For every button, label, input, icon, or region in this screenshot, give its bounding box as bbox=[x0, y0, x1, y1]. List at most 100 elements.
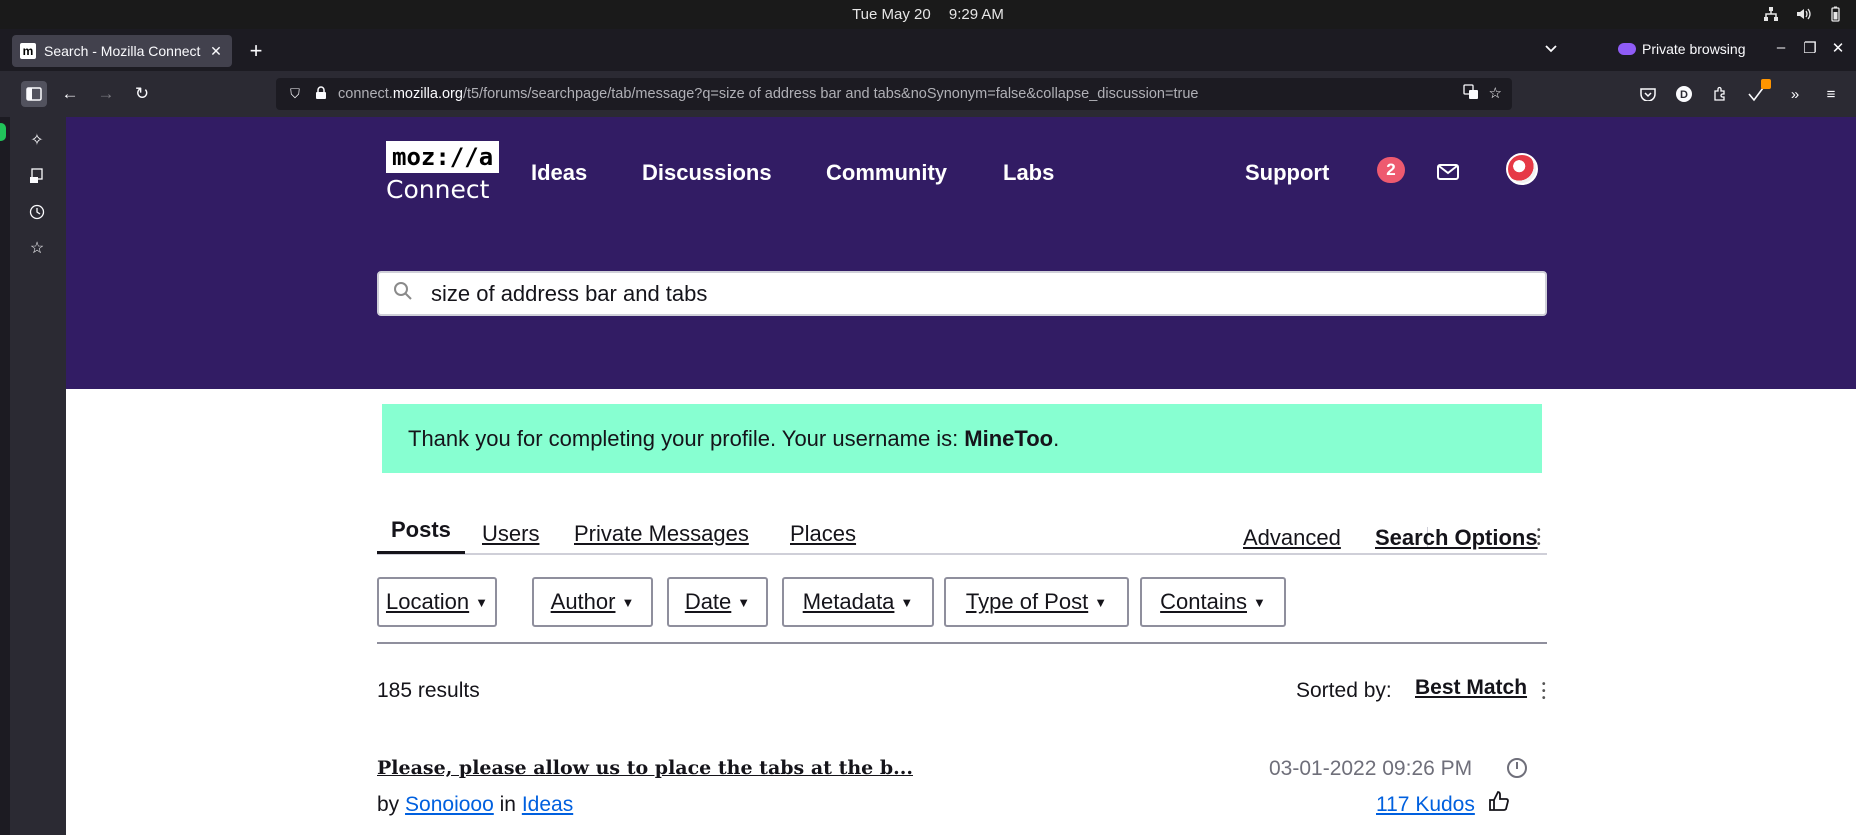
filter-type-of-post[interactable]: Type of Post ▼ bbox=[944, 577, 1129, 627]
search-options-link[interactable]: Search Options bbox=[1375, 525, 1538, 551]
search-icon bbox=[393, 281, 413, 307]
filter-author-label: Author bbox=[550, 589, 616, 614]
close-window-icon[interactable]: ✕ bbox=[1828, 39, 1848, 57]
browser-sidebar: ✧ ☆ bbox=[0, 117, 66, 835]
url-text[interactable]: connect.mozilla.org/t5/forums/searchpage… bbox=[338, 86, 1463, 102]
filter-author[interactable]: Author ▼ bbox=[532, 577, 653, 627]
filter-type-of-post-label: Type of Post bbox=[965, 589, 1089, 614]
filter-date[interactable]: Date ▼ bbox=[667, 577, 768, 627]
caret-down-icon: ▼ bbox=[900, 594, 914, 610]
user-avatar[interactable] bbox=[1506, 153, 1538, 185]
filter-location-label: Location bbox=[385, 589, 470, 614]
profile-complete-banner: Thank you for completing your profile. Y… bbox=[382, 404, 1542, 473]
kudos-link[interactable]: 117 Kudos bbox=[1376, 793, 1475, 817]
caret-down-icon: ▼ bbox=[1094, 594, 1108, 610]
mail-icon[interactable] bbox=[1437, 161, 1459, 187]
result-author-link[interactable]: Sonoiooo bbox=[405, 793, 494, 816]
synced-tabs-icon[interactable] bbox=[26, 165, 48, 187]
url-prefix: connect. bbox=[338, 86, 393, 102]
filter-metadata[interactable]: Metadata ▼ bbox=[782, 577, 934, 627]
tab-list-chevron-down-icon[interactable] bbox=[1544, 41, 1558, 57]
thumbs-up-icon[interactable] bbox=[1488, 790, 1510, 818]
bookmark-star-icon[interactable]: ☆ bbox=[1489, 84, 1502, 104]
caret-down-icon: ▼ bbox=[737, 594, 751, 610]
status-indicator bbox=[0, 123, 6, 141]
network-icon[interactable] bbox=[1762, 5, 1780, 23]
bookmarks-star-icon[interactable]: ☆ bbox=[26, 237, 48, 259]
tab-places[interactable]: Places bbox=[790, 521, 856, 547]
notification-badge[interactable]: 2 bbox=[1377, 157, 1405, 183]
mozilla-favicon-icon: m bbox=[20, 43, 36, 59]
nav-ideas[interactable]: Ideas bbox=[531, 160, 587, 186]
private-browsing-label: Private browsing bbox=[1642, 41, 1746, 57]
search-options-kebab-icon[interactable]: • • • bbox=[1537, 526, 1541, 550]
results-count: 185 results bbox=[377, 679, 480, 702]
lock-icon[interactable] bbox=[312, 85, 330, 103]
history-clock-icon[interactable] bbox=[26, 201, 48, 223]
result-board-link[interactable]: Ideas bbox=[522, 793, 573, 816]
volume-icon[interactable] bbox=[1794, 5, 1812, 23]
sidebar-toggle-icon[interactable] bbox=[21, 81, 47, 107]
banner-period: . bbox=[1053, 425, 1060, 451]
caret-down-icon: ▼ bbox=[1252, 594, 1266, 610]
account-icon[interactable]: D bbox=[1673, 83, 1695, 105]
system-tray[interactable] bbox=[1762, 5, 1844, 23]
overflow-chevrons-icon[interactable]: » bbox=[1784, 83, 1806, 105]
filter-metadata-label: Metadata bbox=[802, 589, 895, 614]
svg-text:D: D bbox=[1680, 89, 1688, 101]
tab-private-messages[interactable]: Private Messages bbox=[574, 521, 749, 547]
navigation-toolbar: ← → ↻ ⛉ connect.mozilla.org/t5/forums/se… bbox=[0, 71, 1856, 117]
sort-kebab-icon[interactable]: • • • bbox=[1542, 680, 1546, 704]
close-tab-icon[interactable]: ✕ bbox=[208, 43, 224, 60]
in-label: in bbox=[499, 793, 516, 816]
os-clock[interactable]: Tue May 20 9:29 AM bbox=[0, 6, 1856, 23]
url-path: /t5/forums/searchpage/tab/message?q=size… bbox=[462, 86, 1199, 102]
url-domain: mozilla.org bbox=[392, 86, 463, 102]
banner-username: MineToo bbox=[964, 425, 1054, 451]
pocket-icon[interactable] bbox=[1637, 83, 1659, 105]
tab-strip: m Search - Mozilla Connect ✕ + Private b… bbox=[0, 29, 1856, 71]
private-mask-icon bbox=[1618, 43, 1636, 55]
filter-date-label: Date bbox=[684, 589, 732, 614]
advanced-search-link[interactable]: Advanced bbox=[1243, 525, 1341, 551]
tab-users[interactable]: Users bbox=[482, 521, 539, 547]
filter-contains[interactable]: Contains ▼ bbox=[1140, 577, 1286, 627]
restore-icon[interactable]: ❐ bbox=[1800, 39, 1820, 57]
private-browsing-indicator: Private browsing bbox=[1618, 41, 1746, 57]
nav-labs[interactable]: Labs bbox=[1003, 160, 1054, 186]
clock-icon bbox=[1507, 758, 1527, 778]
browser-tab[interactable]: m Search - Mozilla Connect ✕ bbox=[12, 35, 232, 67]
nav-discussions[interactable]: Discussions bbox=[642, 160, 772, 186]
tracking-shield-icon[interactable]: ⛉ bbox=[286, 86, 304, 102]
reload-icon[interactable]: ↻ bbox=[129, 81, 155, 107]
site-header: moz://a Connect Ideas Discussions Commun… bbox=[66, 117, 1856, 389]
logo-connect: Connect bbox=[386, 175, 490, 204]
mozilla-connect-logo[interactable]: moz://a Connect bbox=[386, 141, 500, 204]
search-input[interactable]: size of address bar and tabs bbox=[377, 271, 1547, 316]
battery-icon[interactable] bbox=[1826, 5, 1844, 23]
new-tab-plus-icon[interactable]: + bbox=[244, 39, 268, 63]
os-top-bar: Tue May 20 9:29 AM bbox=[0, 0, 1856, 29]
screen: Tue May 20 9:29 AM m Search - Mozilla Co… bbox=[0, 0, 1856, 835]
forward-arrow-icon[interactable]: → bbox=[93, 81, 119, 107]
menu-hamburger-icon[interactable]: ≡ bbox=[1820, 83, 1842, 105]
filter-location[interactable]: Location ▼ bbox=[377, 577, 497, 627]
result-byline: by Sonoiooo in Ideas bbox=[377, 793, 573, 817]
result-title-link[interactable]: Please, please allow us to place the tab… bbox=[377, 757, 913, 779]
tab-posts[interactable]: Posts bbox=[377, 517, 465, 554]
back-arrow-icon[interactable]: ← bbox=[57, 81, 83, 107]
translate-icon[interactable] bbox=[1462, 84, 1479, 104]
url-actions: ☆ bbox=[1462, 84, 1502, 104]
ai-sparkle-icon[interactable]: ✧ bbox=[26, 129, 48, 151]
nav-community[interactable]: Community bbox=[826, 160, 947, 186]
result-date: 03-01-2022 09:26 PM bbox=[1269, 757, 1473, 780]
search-query-text: size of address bar and tabs bbox=[431, 280, 708, 306]
extension-badge-icon[interactable] bbox=[1745, 79, 1771, 105]
sort-selector[interactable]: Best Match bbox=[1415, 676, 1527, 700]
url-bar[interactable]: ⛉ connect.mozilla.org/t5/forums/searchpa… bbox=[276, 78, 1512, 110]
extensions-icon[interactable] bbox=[1709, 83, 1731, 105]
nav-support[interactable]: Support bbox=[1245, 160, 1329, 186]
filter-contains-label: Contains bbox=[1160, 589, 1247, 614]
tab-title: Search - Mozilla Connect bbox=[44, 43, 201, 59]
minimize-icon[interactable]: – bbox=[1771, 39, 1791, 56]
